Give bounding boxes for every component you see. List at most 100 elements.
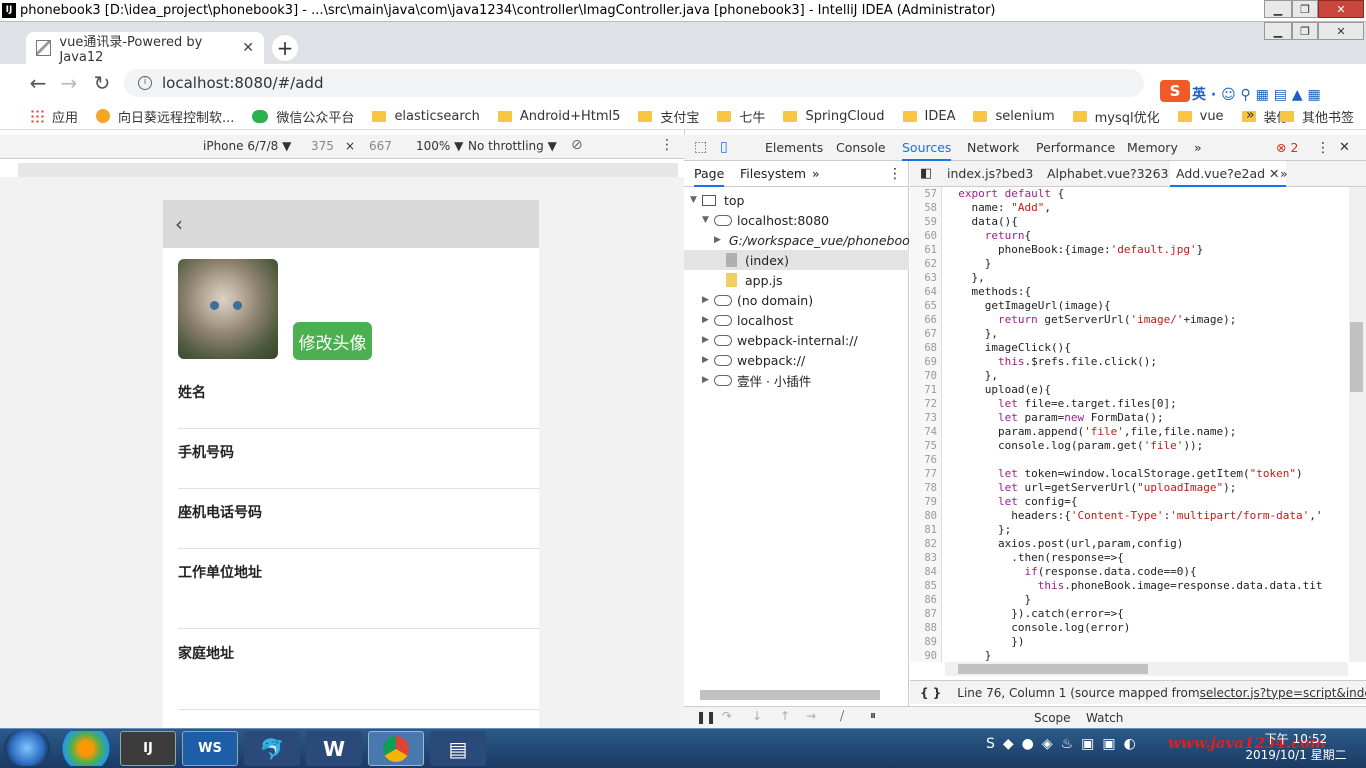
tree-item[interactable]: ▶ webpack-internal://	[684, 330, 909, 350]
tab-sources[interactable]: Sources	[902, 135, 952, 161]
line-number[interactable]: 72	[924, 397, 937, 411]
throttle-select[interactable]: No throttling ▼	[468, 139, 557, 153]
bookmark-folder[interactable]: IDEA	[902, 109, 955, 124]
line-number[interactable]: 65	[924, 299, 937, 313]
bookmarks-more-button[interactable]: »	[1246, 107, 1255, 123]
bookmark-folder[interactable]: elasticsearch	[372, 109, 480, 124]
line-number[interactable]: 89	[924, 635, 937, 649]
bookmark-folder[interactable]: mysql优化	[1072, 107, 1160, 126]
step-into-icon[interactable]: ↓	[752, 709, 762, 723]
browser-tab[interactable]: vue通讯录-Powered by Java12 ✕	[26, 32, 264, 65]
tab-close-icon[interactable]: ✕	[242, 40, 254, 56]
tree-item[interactable]: ▼ localhost:8080	[684, 210, 909, 230]
line-number[interactable]: 81	[924, 523, 937, 537]
bookmark-wechat[interactable]: 微信公众平台	[252, 107, 354, 126]
line-number[interactable]: 58	[924, 201, 937, 215]
editor-tab-add-vue[interactable]: Add.vue?e2ad ✕	[1170, 161, 1286, 187]
close-window-icon[interactable]: ✕	[1318, 0, 1364, 18]
address-bar[interactable]: i localhost:8080/#/add	[124, 69, 1144, 97]
tab-watch[interactable]: Watch	[1086, 711, 1123, 725]
line-number[interactable]: 70	[924, 369, 937, 383]
source-map-link[interactable]: selector.js?type=script&index=	[1200, 686, 1366, 700]
navigator-scrollbar[interactable]	[700, 690, 880, 700]
line-number[interactable]: 71	[924, 383, 937, 397]
height-input[interactable]: 667	[369, 139, 392, 153]
tree-item[interactable]: ▶ 壹伴 · 小插件	[684, 370, 909, 390]
line-number[interactable]: 90	[924, 649, 937, 662]
line-number[interactable]: 62	[924, 257, 937, 271]
bookmark-folder[interactable]: vue	[1177, 109, 1224, 124]
tab-performance[interactable]: Performance	[1036, 135, 1115, 161]
browser-close-icon[interactable]: ✕	[1318, 22, 1364, 40]
tab-memory[interactable]: Memory	[1127, 135, 1178, 161]
browser-minimize-icon[interactable]: ▁	[1264, 22, 1292, 40]
line-number[interactable]: 77	[924, 467, 937, 481]
taskbar-dolphin-icon[interactable]: 🐬	[244, 731, 300, 766]
line-number[interactable]: 60	[924, 229, 937, 243]
tree-item[interactable]: ▶ localhost	[684, 310, 909, 330]
back-arrow-icon[interactable]: ←	[26, 71, 50, 95]
tab-filesystem[interactable]: Filesystem	[740, 161, 806, 187]
tree-item[interactable]: (index)	[684, 250, 909, 270]
forward-arrow-icon[interactable]: →	[57, 71, 81, 95]
tree-arrow-icon[interactable]: ▶	[702, 335, 714, 345]
line-number[interactable]: 84	[924, 565, 937, 579]
taskbar-intellij[interactable]: IJ	[120, 731, 176, 766]
tree-arrow-icon[interactable]: ▶	[702, 295, 714, 305]
navigator-more-icon[interactable]: »	[812, 161, 820, 187]
tree-item[interactable]: app.js	[684, 270, 909, 290]
bookmark-folder[interactable]: 七牛	[717, 107, 765, 126]
code-editor[interactable]: export default { name: "Add", data(){ re…	[945, 187, 1348, 662]
restore-icon[interactable]: ❐	[1292, 0, 1318, 18]
line-number[interactable]: 61	[924, 243, 937, 257]
media-query-ruler[interactable]	[18, 163, 678, 177]
taskbar-wps-icon[interactable]: W	[306, 731, 362, 766]
tree-item[interactable]: ▶ (no domain)	[684, 290, 909, 310]
line-number[interactable]: 67	[924, 327, 937, 341]
step-icon[interactable]: →	[806, 709, 816, 723]
line-number[interactable]: 76	[924, 453, 937, 467]
pretty-print-icon[interactable]: { }	[920, 686, 941, 700]
taskbar-pinwheel-icon[interactable]	[58, 731, 114, 766]
toggle-navigator-icon[interactable]: ◧	[920, 161, 932, 187]
line-number[interactable]: 64	[924, 285, 937, 299]
line-number[interactable]: 87	[924, 607, 937, 621]
error-count-badge[interactable]: ⊗ 2	[1276, 135, 1298, 161]
line-number[interactable]: 82	[924, 537, 937, 551]
site-info-icon[interactable]: i	[138, 76, 152, 90]
tree-arrow-icon[interactable]: ▶	[702, 315, 714, 325]
taskbar-chrome-icon[interactable]	[368, 731, 424, 766]
mobile-input[interactable]	[178, 488, 539, 489]
tab-console[interactable]: Console	[836, 135, 886, 161]
pause-icon[interactable]: ❚❚	[696, 710, 716, 724]
horizontal-scroll-thumb[interactable]	[958, 664, 1148, 674]
landline-input[interactable]	[178, 548, 539, 549]
more-options-icon[interactable]: ⋮	[660, 137, 674, 153]
editor-tab-index-js[interactable]: index.js?bed3	[947, 161, 1033, 187]
line-number[interactable]: 83	[924, 551, 937, 565]
tree-item[interactable]: ▶ G:/workspace_vue/phonebook4,	[684, 230, 929, 250]
tab-elements[interactable]: Elements	[765, 135, 823, 161]
line-number[interactable]: 85	[924, 579, 937, 593]
bookmark-apps[interactable]: 应用	[30, 107, 78, 126]
system-tray-icons[interactable]: S◆●◈♨▣▣◐	[986, 736, 1144, 752]
line-number[interactable]: 80	[924, 509, 937, 523]
navigator-menu-icon[interactable]: ⋮	[888, 161, 902, 187]
minimize-icon[interactable]: ▁	[1264, 0, 1292, 18]
device-toggle-icon[interactable]: ▯	[720, 139, 728, 155]
zoom-select[interactable]: 100% ▼	[416, 139, 463, 153]
vertical-scroll-thumb[interactable]	[1350, 322, 1363, 392]
change-avatar-button[interactable]: 修改头像	[293, 322, 372, 360]
line-number[interactable]: 79	[924, 495, 937, 509]
line-number[interactable]: 73	[924, 411, 937, 425]
tab-scope[interactable]: Scope	[1034, 711, 1071, 725]
editor-vertical-scrollbar[interactable]	[1349, 187, 1366, 662]
more-tabs-icon[interactable]: »	[1194, 135, 1202, 161]
sogou-ime-icon[interactable]: S	[1160, 80, 1190, 102]
line-number[interactable]: 66	[924, 313, 937, 327]
new-tab-button[interactable]: +	[272, 35, 298, 61]
line-number[interactable]: 88	[924, 621, 937, 635]
browser-restore-icon[interactable]: ❐	[1292, 22, 1318, 40]
width-input[interactable]: 375	[311, 139, 334, 153]
line-number[interactable]: 69	[924, 355, 937, 369]
